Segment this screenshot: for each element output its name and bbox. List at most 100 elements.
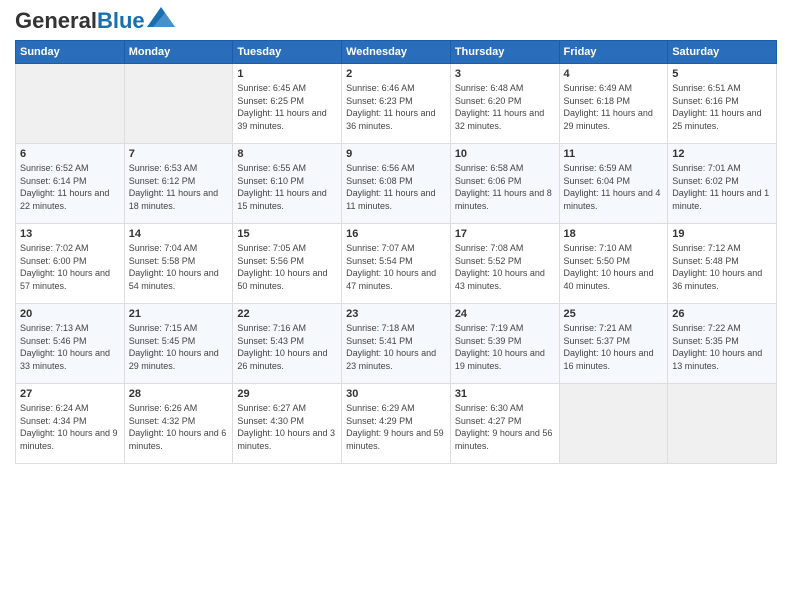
day-number: 16 [346,228,446,240]
day-detail: Sunrise: 6:30 AMSunset: 4:27 PMDaylight:… [455,402,555,452]
day-detail: Sunrise: 7:13 AMSunset: 5:46 PMDaylight:… [20,322,120,372]
day-detail: Sunrise: 7:16 AMSunset: 5:43 PMDaylight:… [237,322,337,372]
day-detail: Sunrise: 7:18 AMSunset: 5:41 PMDaylight:… [346,322,446,372]
week-row-3: 20 Sunrise: 7:13 AMSunset: 5:46 PMDaylig… [16,304,777,384]
day-number: 31 [455,388,555,400]
day-number: 14 [129,228,229,240]
day-cell: 3 Sunrise: 6:48 AMSunset: 6:20 PMDayligh… [450,64,559,144]
day-number: 20 [20,308,120,320]
day-cell: 12 Sunrise: 7:01 AMSunset: 6:02 PMDaylig… [668,144,777,224]
col-header-saturday: Saturday [668,41,777,64]
day-detail: Sunrise: 6:26 AMSunset: 4:32 PMDaylight:… [129,402,229,452]
col-header-wednesday: Wednesday [342,41,451,64]
col-header-tuesday: Tuesday [233,41,342,64]
day-number: 11 [564,148,664,160]
day-cell: 26 Sunrise: 7:22 AMSunset: 5:35 PMDaylig… [668,304,777,384]
week-row-4: 27 Sunrise: 6:24 AMSunset: 4:34 PMDaylig… [16,384,777,464]
day-number: 12 [672,148,772,160]
header: GeneralBlue [15,10,777,32]
day-detail: Sunrise: 6:59 AMSunset: 6:04 PMDaylight:… [564,162,664,212]
day-number: 5 [672,68,772,80]
day-cell: 27 Sunrise: 6:24 AMSunset: 4:34 PMDaylig… [16,384,125,464]
day-detail: Sunrise: 7:10 AMSunset: 5:50 PMDaylight:… [564,242,664,292]
col-header-thursday: Thursday [450,41,559,64]
day-cell: 16 Sunrise: 7:07 AMSunset: 5:54 PMDaylig… [342,224,451,304]
day-cell: 20 Sunrise: 7:13 AMSunset: 5:46 PMDaylig… [16,304,125,384]
day-cell: 8 Sunrise: 6:55 AMSunset: 6:10 PMDayligh… [233,144,342,224]
day-cell: 28 Sunrise: 6:26 AMSunset: 4:32 PMDaylig… [124,384,233,464]
week-row-2: 13 Sunrise: 7:02 AMSunset: 6:00 PMDaylig… [16,224,777,304]
day-number: 8 [237,148,337,160]
col-header-friday: Friday [559,41,668,64]
day-cell: 2 Sunrise: 6:46 AMSunset: 6:23 PMDayligh… [342,64,451,144]
day-cell [16,64,125,144]
day-number: 15 [237,228,337,240]
day-number: 26 [672,308,772,320]
day-number: 30 [346,388,446,400]
day-cell: 17 Sunrise: 7:08 AMSunset: 5:52 PMDaylig… [450,224,559,304]
day-number: 18 [564,228,664,240]
day-cell: 24 Sunrise: 7:19 AMSunset: 5:39 PMDaylig… [450,304,559,384]
day-detail: Sunrise: 6:24 AMSunset: 4:34 PMDaylight:… [20,402,120,452]
day-cell: 22 Sunrise: 7:16 AMSunset: 5:43 PMDaylig… [233,304,342,384]
day-detail: Sunrise: 6:58 AMSunset: 6:06 PMDaylight:… [455,162,555,212]
day-number: 6 [20,148,120,160]
header-row: SundayMondayTuesdayWednesdayThursdayFrid… [16,41,777,64]
day-cell: 30 Sunrise: 6:29 AMSunset: 4:29 PMDaylig… [342,384,451,464]
day-detail: Sunrise: 6:29 AMSunset: 4:29 PMDaylight:… [346,402,446,452]
day-number: 21 [129,308,229,320]
calendar-table: SundayMondayTuesdayWednesdayThursdayFrid… [15,40,777,464]
day-detail: Sunrise: 7:19 AMSunset: 5:39 PMDaylight:… [455,322,555,372]
day-cell: 6 Sunrise: 6:52 AMSunset: 6:14 PMDayligh… [16,144,125,224]
day-detail: Sunrise: 6:53 AMSunset: 6:12 PMDaylight:… [129,162,229,212]
day-cell: 19 Sunrise: 7:12 AMSunset: 5:48 PMDaylig… [668,224,777,304]
day-detail: Sunrise: 6:48 AMSunset: 6:20 PMDaylight:… [455,82,555,132]
day-number: 22 [237,308,337,320]
day-number: 17 [455,228,555,240]
day-detail: Sunrise: 7:12 AMSunset: 5:48 PMDaylight:… [672,242,772,292]
day-cell: 10 Sunrise: 6:58 AMSunset: 6:06 PMDaylig… [450,144,559,224]
day-cell [124,64,233,144]
day-detail: Sunrise: 7:07 AMSunset: 5:54 PMDaylight:… [346,242,446,292]
day-detail: Sunrise: 7:05 AMSunset: 5:56 PMDaylight:… [237,242,337,292]
day-number: 3 [455,68,555,80]
day-cell: 21 Sunrise: 7:15 AMSunset: 5:45 PMDaylig… [124,304,233,384]
col-header-monday: Monday [124,41,233,64]
day-cell: 15 Sunrise: 7:05 AMSunset: 5:56 PMDaylig… [233,224,342,304]
main-container: GeneralBlue SundayMondayTuesdayWednesday… [0,0,792,474]
week-row-0: 1 Sunrise: 6:45 AMSunset: 6:25 PMDayligh… [16,64,777,144]
day-detail: Sunrise: 7:04 AMSunset: 5:58 PMDaylight:… [129,242,229,292]
day-number: 10 [455,148,555,160]
logo-text: GeneralBlue [15,10,145,32]
day-cell: 14 Sunrise: 7:04 AMSunset: 5:58 PMDaylig… [124,224,233,304]
logo: GeneralBlue [15,10,175,32]
day-detail: Sunrise: 6:55 AMSunset: 6:10 PMDaylight:… [237,162,337,212]
day-detail: Sunrise: 7:21 AMSunset: 5:37 PMDaylight:… [564,322,664,372]
day-detail: Sunrise: 7:01 AMSunset: 6:02 PMDaylight:… [672,162,772,212]
day-detail: Sunrise: 6:49 AMSunset: 6:18 PMDaylight:… [564,82,664,132]
day-cell: 29 Sunrise: 6:27 AMSunset: 4:30 PMDaylig… [233,384,342,464]
day-detail: Sunrise: 6:45 AMSunset: 6:25 PMDaylight:… [237,82,337,132]
col-header-sunday: Sunday [16,41,125,64]
day-cell: 25 Sunrise: 7:21 AMSunset: 5:37 PMDaylig… [559,304,668,384]
day-number: 7 [129,148,229,160]
day-detail: Sunrise: 6:56 AMSunset: 6:08 PMDaylight:… [346,162,446,212]
day-detail: Sunrise: 6:51 AMSunset: 6:16 PMDaylight:… [672,82,772,132]
day-cell: 13 Sunrise: 7:02 AMSunset: 6:00 PMDaylig… [16,224,125,304]
day-number: 19 [672,228,772,240]
logo-icon [147,7,175,27]
day-cell: 7 Sunrise: 6:53 AMSunset: 6:12 PMDayligh… [124,144,233,224]
day-cell: 11 Sunrise: 6:59 AMSunset: 6:04 PMDaylig… [559,144,668,224]
day-number: 23 [346,308,446,320]
day-number: 28 [129,388,229,400]
day-detail: Sunrise: 7:22 AMSunset: 5:35 PMDaylight:… [672,322,772,372]
day-number: 9 [346,148,446,160]
day-detail: Sunrise: 6:52 AMSunset: 6:14 PMDaylight:… [20,162,120,212]
day-detail: Sunrise: 6:27 AMSunset: 4:30 PMDaylight:… [237,402,337,452]
day-number: 1 [237,68,337,80]
day-number: 13 [20,228,120,240]
day-cell [668,384,777,464]
week-row-1: 6 Sunrise: 6:52 AMSunset: 6:14 PMDayligh… [16,144,777,224]
day-cell: 5 Sunrise: 6:51 AMSunset: 6:16 PMDayligh… [668,64,777,144]
day-number: 2 [346,68,446,80]
